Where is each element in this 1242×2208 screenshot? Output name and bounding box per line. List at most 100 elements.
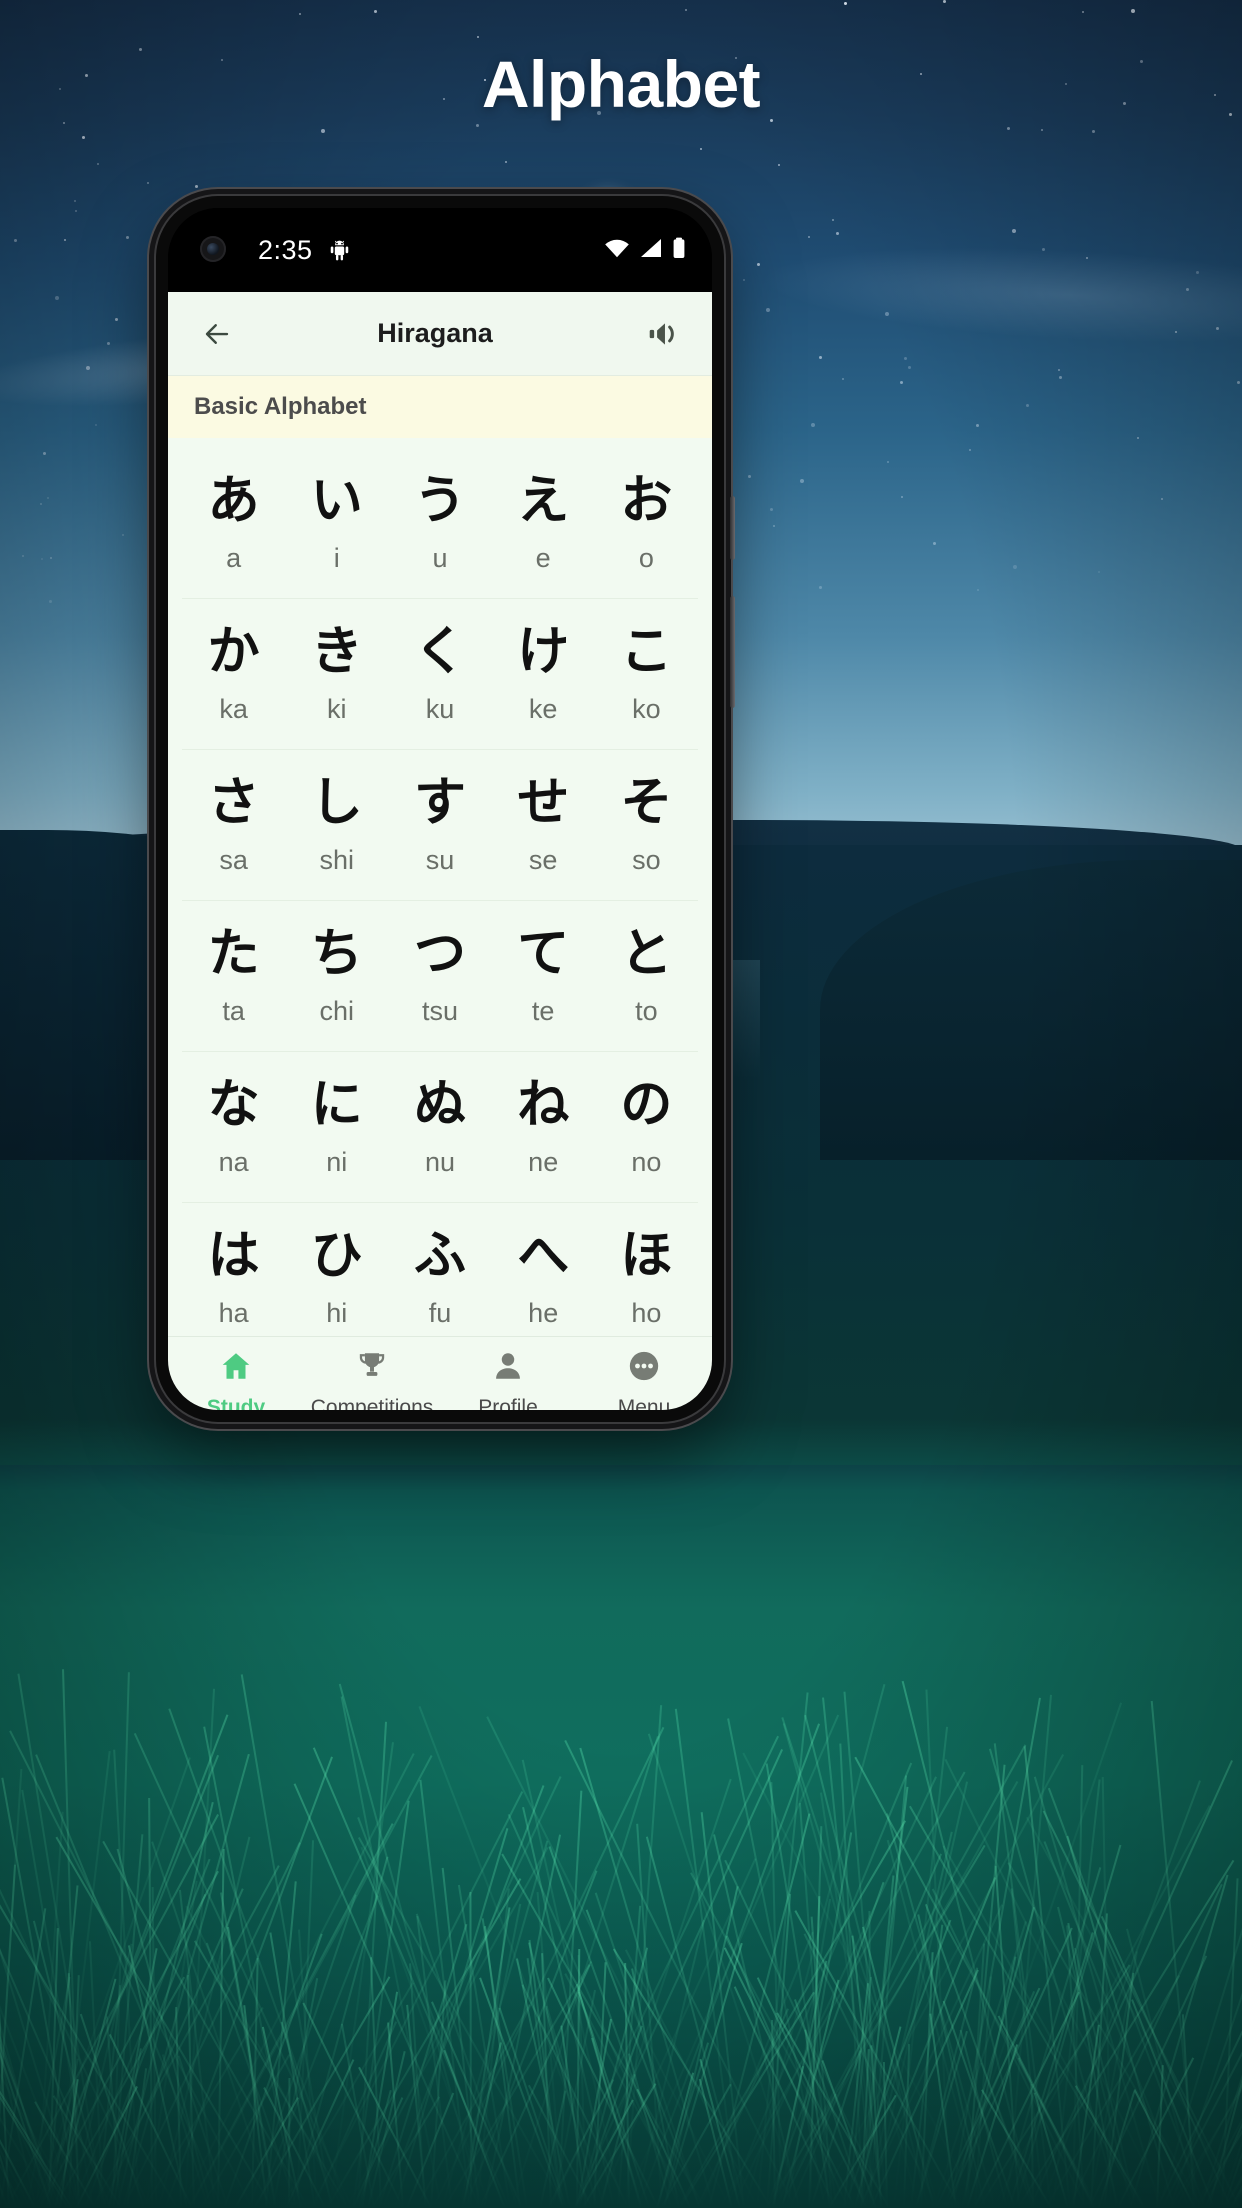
kana-romaji: shi — [319, 844, 355, 875]
kana-cell[interactable]: こ ko — [595, 599, 698, 749]
home-icon — [219, 1349, 253, 1388]
grass-blade — [115, 1802, 214, 2208]
android-gear-icon — [327, 238, 352, 263]
kana-cell[interactable]: く ku — [388, 599, 491, 749]
kana-cell[interactable]: き ki — [285, 599, 388, 749]
nav-item-competitions[interactable]: Competitions — [304, 1349, 440, 1410]
kana-character: て — [517, 923, 570, 984]
kana-romaji: te — [531, 995, 555, 1026]
kana-cell[interactable]: つ tsu — [388, 901, 491, 1051]
kana-character: に — [310, 1074, 363, 1135]
nav-item-label: Competitions — [310, 1396, 434, 1410]
nav-item-label: Study — [206, 1396, 266, 1410]
kana-romaji: ni — [326, 1146, 348, 1177]
grass-blade — [157, 1836, 251, 2208]
kana-character: と — [620, 923, 673, 984]
kana-character: た — [207, 923, 260, 984]
bottom-navigation: Study Competitions Profile Menu — [168, 1336, 712, 1410]
kana-cell[interactable]: せ se — [492, 750, 595, 900]
kana-cell[interactable]: ふ fu — [388, 1203, 491, 1336]
kana-romaji: he — [528, 1297, 559, 1328]
kana-character: へ — [517, 1225, 570, 1286]
kana-character: く — [413, 621, 466, 682]
kana-cell[interactable]: す su — [388, 750, 491, 900]
kana-romaji: ki — [327, 693, 347, 724]
page-title: Alphabet — [481, 47, 761, 121]
kana-cell[interactable]: ほ ho — [595, 1203, 698, 1336]
kana-character: ひ — [310, 1225, 363, 1286]
speaker-icon[interactable] — [640, 311, 686, 357]
kana-cell[interactable]: ち chi — [285, 901, 388, 1051]
kana-cell[interactable]: か ka — [182, 599, 285, 749]
kana-cell[interactable]: た ta — [182, 901, 285, 1051]
kana-romaji: tsu — [421, 995, 458, 1026]
kana-character: お — [620, 470, 673, 531]
kana-cell[interactable]: おo — [595, 448, 698, 598]
kana-cell[interactable]: あa — [182, 448, 285, 598]
status-bar-icons — [604, 237, 686, 264]
kana-romaji: ho — [631, 1297, 662, 1328]
section-header: Basic Alphabet — [168, 376, 712, 438]
kana-romaji: i — [333, 542, 340, 573]
kana-cell[interactable]: て te — [492, 901, 595, 1051]
kana-cell[interactable]: ね ne — [492, 1052, 595, 1202]
kana-cell[interactable]: は ha — [182, 1203, 285, 1336]
kana-romaji: a — [226, 542, 242, 573]
kana-romaji: ta — [222, 995, 245, 1026]
kana-romaji: ka — [219, 693, 248, 724]
kana-character: い — [310, 470, 363, 531]
kana-romaji: nu — [424, 1146, 456, 1177]
kana-cell[interactable]: えe — [492, 448, 595, 598]
kana-romaji: to — [635, 995, 658, 1026]
kana-character: か — [207, 621, 260, 682]
kana-romaji: fu — [428, 1297, 452, 1328]
grass-blade — [902, 2044, 911, 2208]
kana-cell[interactable]: に ni — [285, 1052, 388, 1202]
kana-character: あ — [207, 470, 260, 531]
kana-character: な — [207, 1074, 260, 1135]
kana-cell[interactable]: ひ hi — [285, 1203, 388, 1336]
kana-cell[interactable]: さ sa — [182, 750, 285, 900]
app-bar-title: Hiragana — [377, 318, 493, 348]
nav-item-menu[interactable]: Menu — [576, 1349, 712, 1410]
kana-cell[interactable]: いi — [285, 448, 388, 598]
kana-cell[interactable]: ぬ nu — [388, 1052, 491, 1202]
kana-cell[interactable]: の no — [595, 1052, 698, 1202]
nav-item-profile[interactable]: Profile — [440, 1349, 576, 1410]
kana-cell[interactable]: な na — [182, 1052, 285, 1202]
kana-character: つ — [413, 923, 466, 984]
kana-romaji: u — [432, 542, 448, 573]
nav-item-label: Profile — [478, 1396, 538, 1410]
kana-romaji: su — [425, 844, 455, 875]
kana-character: け — [517, 621, 570, 682]
kana-character: こ — [620, 621, 673, 682]
kana-romaji: sa — [219, 844, 248, 875]
kana-romaji: na — [218, 1146, 249, 1177]
kana-cell[interactable]: し shi — [285, 750, 388, 900]
kana-cell[interactable]: うu — [388, 448, 491, 598]
screenshot-stage: Alphabet 2:35 Hiragana Basic Alphabet あ … — [0, 0, 1242, 2208]
app-bar: Hiragana — [168, 292, 712, 376]
nav-item-study[interactable]: Study — [168, 1349, 304, 1410]
kana-character: う — [413, 470, 466, 531]
trophy-icon — [355, 1349, 389, 1388]
kana-character: え — [517, 470, 570, 531]
kana-romaji: chi — [319, 995, 355, 1026]
kana-cell[interactable]: そ so — [595, 750, 698, 900]
kana-cell[interactable]: け ke — [492, 599, 595, 749]
kana-scroll-area[interactable]: あ a い i う u え e お o か ka き ki く ku け ke こ ko さ sa し shi す su せ se そ s… — [168, 438, 712, 1336]
kana-character: す — [413, 772, 466, 833]
wifi-icon — [604, 238, 630, 263]
volume-button[interactable] — [730, 596, 735, 708]
background-grass — [0, 1420, 1242, 2208]
nav-item-label: Menu — [617, 1396, 671, 1410]
kana-romaji: no — [631, 1146, 662, 1177]
kana-cell[interactable]: へ he — [492, 1203, 595, 1336]
kana-character: の — [620, 1074, 673, 1135]
kana-cell[interactable]: と to — [595, 901, 698, 1051]
phone-screen: 2:35 Hiragana Basic Alphabet あ a い i う u… — [168, 208, 712, 1410]
more-icon — [627, 1349, 661, 1388]
kana-romaji: ke — [528, 693, 558, 724]
power-button[interactable] — [730, 496, 735, 560]
kana-character: し — [310, 772, 363, 833]
